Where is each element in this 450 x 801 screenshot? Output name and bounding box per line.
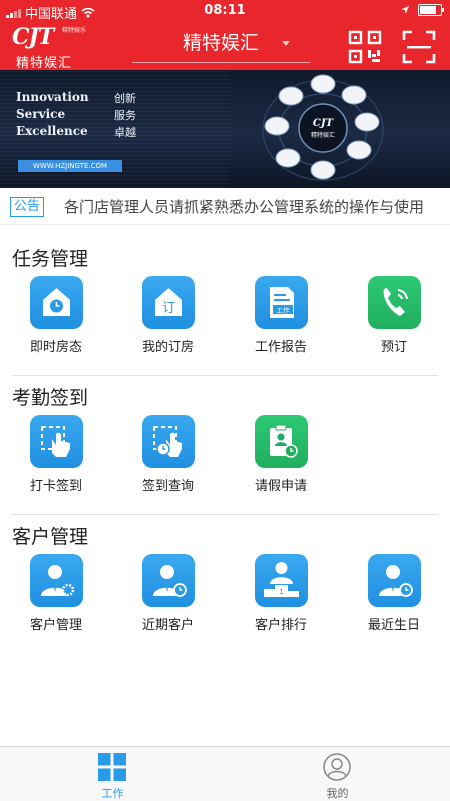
tab-label: 工作 <box>101 787 124 800</box>
clock: 08:11 <box>204 3 246 18</box>
status-bar: 中国联通 08:11 <box>0 0 450 22</box>
work-report-icon: 工作 <box>255 276 308 329</box>
slogan-cn-3: 卓越 <box>114 126 136 139</box>
logo-name: 精特娱汇 <box>16 56 73 71</box>
announcement-tag: 公告 <box>10 197 45 217</box>
menu-item-label: 我的订房 <box>141 340 194 355</box>
banner-center-logo: 精特娱汇 <box>311 131 335 139</box>
leave-request-icon <box>255 415 308 468</box>
menu-item-work-report[interactable]: 工作 工作报告 <box>225 276 337 356</box>
brand-logo: CJT 精特娱乐 精特娱汇 <box>12 24 92 71</box>
menu-item-customer-management[interactable]: 客户管理 <box>0 554 112 634</box>
section-title: 任务管理 <box>12 248 89 270</box>
house-booking-icon: 订 <box>142 276 195 329</box>
banner-slogan: Innovation 创新 Service 服务 Excellence 卓越 <box>16 90 136 141</box>
svg-text:CJT: CJT <box>313 118 335 129</box>
slogan-cn-1: 创新 <box>114 92 136 105</box>
tab-work[interactable]: 工作 <box>0 747 225 801</box>
banner-hub-graphic: CJT 精特娱汇 <box>262 74 384 181</box>
menu-item-label: 最近生日 <box>367 618 420 633</box>
banner-url: WWW.HZJINGTE.COM <box>18 160 122 172</box>
announcement-text: 各门店管理人员请抓紧熟悉办公管理系统的操作与使用 <box>64 198 425 216</box>
qr-code-icon[interactable] <box>348 30 382 64</box>
slogan-cn-2: 服务 <box>114 109 136 122</box>
customer-settings-icon <box>30 554 83 607</box>
phone-icon <box>368 276 421 329</box>
svg-text:订: 订 <box>162 301 175 316</box>
menu-item-room-status[interactable]: 即时房态 <box>0 276 112 356</box>
menu-item-recent-birthdays[interactable]: 最近生日 <box>338 554 450 634</box>
tab-mine[interactable]: 我的 <box>225 747 450 801</box>
app-header: CJT 精特娱乐 精特娱汇 精特娱汇 <box>0 22 450 71</box>
page-title: 精特娱汇 <box>182 32 259 54</box>
svg-text:工作: 工作 <box>277 306 291 315</box>
logo-mark: CJT <box>12 24 54 50</box>
checkin-query-icon <box>142 415 195 468</box>
promo-banner[interactable]: Innovation 创新 Service 服务 Excellence 卓越 WWW.… <box>0 70 450 188</box>
menu-item-label: 工作报告 <box>254 340 307 355</box>
menu-item-label: 即时房态 <box>29 340 82 355</box>
slogan-en-2: Service <box>16 107 66 121</box>
menu-item-leave-request[interactable]: 请假申请 <box>225 415 337 495</box>
announcement-bar[interactable]: 公告 各门店管理人员请抓紧熟悉办公管理系统的操作与使用 <box>0 188 450 225</box>
menu-item-label: 签到查询 <box>141 479 194 494</box>
menu-item-label: 打卡签到 <box>29 479 82 494</box>
menu-item-label: 请假申请 <box>254 479 307 494</box>
grid-icon <box>98 753 126 781</box>
bottom-tab-bar: 工作 我的 <box>0 746 450 801</box>
recent-customer-icon <box>142 554 195 607</box>
profile-icon <box>323 753 351 781</box>
store-selector[interactable]: 精特娱汇 <box>132 22 310 63</box>
menu-item-my-booking[interactable]: 订 我的订房 <box>112 276 224 356</box>
menu-item-recent-customers[interactable]: 近期客户 <box>112 554 224 634</box>
tap-checkin-icon <box>30 415 83 468</box>
slogan-en-1: Innovation <box>16 90 89 104</box>
menu-item-label: 客户排行 <box>254 618 307 633</box>
chevron-down-icon <box>282 41 290 46</box>
svg-text:1: 1 <box>279 588 283 596</box>
section-divider <box>12 375 438 376</box>
slogan-en-3: Excellence <box>16 124 88 138</box>
scan-icon[interactable] <box>402 30 436 64</box>
house-clock-icon <box>30 276 83 329</box>
menu-item-checkin[interactable]: 打卡签到 <box>0 415 112 495</box>
section-title: 客户管理 <box>12 526 89 548</box>
menu-item-customer-ranking[interactable]: 1 客户排行 <box>225 554 337 634</box>
birthday-icon <box>368 554 421 607</box>
location-arrow-icon <box>401 6 409 14</box>
section-divider <box>12 514 438 515</box>
section-title: 考勤签到 <box>12 387 89 409</box>
menu-item-label: 预订 <box>380 340 407 355</box>
menu-item-label: 客户管理 <box>29 618 82 633</box>
menu-item-checkin-query[interactable]: 签到查询 <box>112 415 224 495</box>
battery-icon <box>418 4 444 16</box>
menu-item-reservation[interactable]: 预订 <box>338 276 450 356</box>
logo-small-text: 精特娱乐 <box>62 27 87 34</box>
menu-item-label: 近期客户 <box>141 618 194 633</box>
tab-label: 我的 <box>326 787 349 800</box>
customer-ranking-icon: 1 <box>255 554 308 607</box>
